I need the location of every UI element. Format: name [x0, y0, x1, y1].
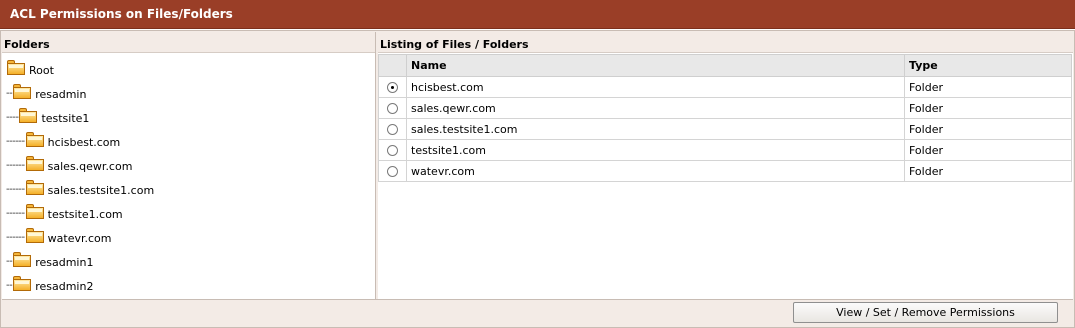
row-select-cell: [378, 76, 407, 98]
title-bar: ACL Permissions on Files/Folders: [0, 0, 1075, 29]
tree-item-label[interactable]: sales.qewr.com: [48, 160, 133, 174]
listing-header: Listing of Files / Folders: [378, 32, 1073, 53]
tree-item-label[interactable]: hcisbest.com: [48, 136, 121, 150]
name-cell: hcisbest.com: [406, 76, 905, 98]
table-header-row: Name Type: [378, 54, 1072, 77]
row-select-cell: [378, 97, 407, 119]
row-select-cell: [378, 118, 407, 140]
row-radio-button[interactable]: [387, 166, 398, 177]
files-table: Name Type hcisbest.com Folder sales.qewr.c…: [378, 54, 1072, 182]
tree-item[interactable]: ------ watevr.com: [6, 228, 112, 248]
tree-item[interactable]: ---- testsite1: [6, 108, 89, 128]
table-row[interactable]: testsite1.com Folder: [378, 139, 1072, 161]
folder-icon: [12, 252, 32, 268]
view-set-remove-permissions-button[interactable]: View / Set / Remove Permissions: [793, 302, 1058, 323]
tree-item[interactable]: ------ sales.testsite1.com: [6, 180, 154, 200]
folder-icon: [25, 204, 45, 220]
tree-item-label[interactable]: Root: [29, 64, 54, 78]
row-select-cell: [378, 160, 407, 182]
table-row[interactable]: sales.testsite1.com Folder: [378, 118, 1072, 140]
table-row[interactable]: hcisbest.com Folder: [378, 76, 1072, 98]
row-radio-button[interactable]: [387, 82, 398, 93]
tree-item[interactable]: -- resadmin: [6, 84, 86, 104]
folder-icon: [12, 276, 32, 292]
tree-item[interactable]: ------ hcisbest.com: [6, 132, 120, 152]
tree-connector: ------: [6, 184, 25, 195]
tree-item-label[interactable]: testsite1.com: [48, 208, 123, 222]
type-cell: Folder: [904, 118, 1072, 140]
folders-panel: Folders Root -- resadmin ---- testsite1 -----…: [2, 32, 376, 299]
tree-connector: ------: [6, 208, 25, 219]
type-column-header: Type: [904, 54, 1072, 77]
tree-item[interactable]: ------ sales.qewr.com: [6, 156, 132, 176]
folder-icon: [12, 84, 32, 100]
select-column-header: [378, 54, 407, 77]
name-cell: sales.testsite1.com: [406, 118, 905, 140]
tree-item-label[interactable]: resadmin: [35, 88, 86, 102]
row-select-cell: [378, 139, 407, 161]
folder-icon: [25, 228, 45, 244]
table-row[interactable]: sales.qewr.com Folder: [378, 97, 1072, 119]
acl-panel: Folders Root -- resadmin ---- testsite1 -----…: [0, 30, 1075, 328]
folder-icon: [25, 132, 45, 148]
name-cell: sales.qewr.com: [406, 97, 905, 119]
name-column-header: Name: [406, 54, 905, 77]
row-radio-button[interactable]: [387, 103, 398, 114]
type-cell: Folder: [904, 97, 1072, 119]
tree-item-label[interactable]: resadmin1: [35, 256, 93, 270]
type-cell: Folder: [904, 160, 1072, 182]
folder-icon: [25, 180, 45, 196]
tree-item[interactable]: ------ testsite1.com: [6, 204, 123, 224]
window-title: ACL Permissions on Files/Folders: [10, 7, 233, 21]
action-bar: View / Set / Remove Permissions: [2, 299, 1073, 327]
tree-connector: ------: [6, 232, 25, 243]
tree-item-label[interactable]: sales.testsite1.com: [48, 184, 155, 198]
type-cell: Folder: [904, 139, 1072, 161]
tree-connector: ------: [6, 160, 25, 171]
row-radio-button[interactable]: [387, 145, 398, 156]
folder-icon: [6, 60, 26, 76]
tree-item[interactable]: Root: [6, 60, 54, 80]
type-cell: Folder: [904, 76, 1072, 98]
tree-connector: ----: [6, 112, 19, 123]
tree-connector: ------: [6, 136, 25, 147]
tree-item[interactable]: -- resadmin2: [6, 276, 93, 296]
folder-icon: [25, 156, 45, 172]
name-cell: watevr.com: [406, 160, 905, 182]
table-row[interactable]: watevr.com Folder: [378, 160, 1072, 182]
tree-item-label[interactable]: watevr.com: [48, 232, 112, 246]
listing-panel: Listing of Files / Folders Name Type hci…: [378, 32, 1073, 299]
name-cell: testsite1.com: [406, 139, 905, 161]
tree-item-label[interactable]: resadmin2: [35, 280, 93, 294]
tree-item-label[interactable]: testsite1: [41, 112, 89, 126]
folder-icon: [18, 108, 38, 124]
row-radio-button[interactable]: [387, 124, 398, 135]
folders-header: Folders: [2, 32, 375, 53]
tree-item[interactable]: -- resadmin1: [6, 252, 93, 272]
